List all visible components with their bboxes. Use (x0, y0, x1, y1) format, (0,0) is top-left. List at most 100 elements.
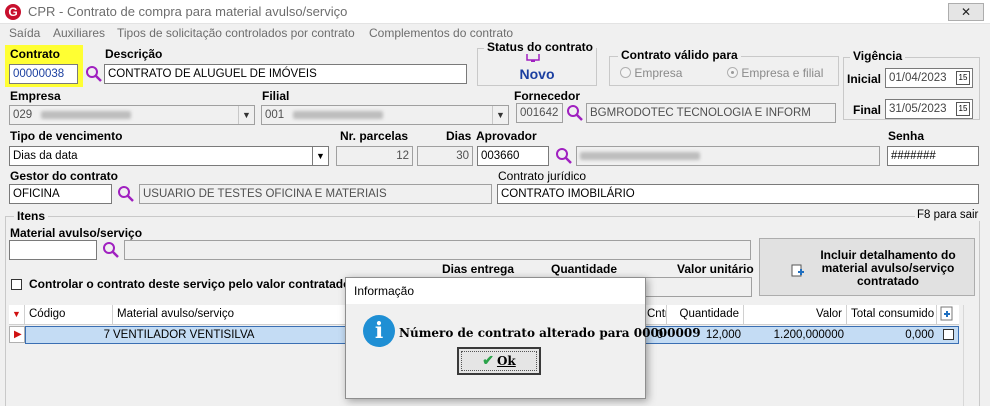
dias-label: Dias (446, 129, 472, 143)
material-code-input[interactable] (9, 240, 97, 260)
info-icon: i (363, 315, 395, 347)
menu-saida[interactable]: Saída (9, 26, 40, 40)
search-aprovador-icon[interactable] (555, 147, 573, 165)
fornecedor-label: Fornecedor (514, 89, 581, 103)
cell-total: 0,000 (905, 329, 934, 341)
fornecedor-name-input: BGMRODOTEC TECNOLOGIA E INFORM (586, 103, 836, 123)
empresa-dropdown-icon[interactable]: ▼ (238, 106, 254, 124)
cell-codigo: 7 (103, 329, 110, 341)
col-cntr[interactable]: Cntr. (645, 305, 667, 325)
ok-button[interactable]: ✔ Ok (457, 347, 541, 375)
controlar-label: Controlar o contrato deste serviço pelo … (29, 277, 351, 291)
aprovador-label: Aprovador (476, 129, 537, 143)
add-row-icon (940, 306, 953, 321)
inicial-date-input[interactable]: 01/04/2023 15 (885, 68, 973, 88)
search-contrato-icon[interactable] (85, 65, 103, 83)
aprovador-name-input (576, 146, 880, 166)
ok-button-label: Ok (496, 354, 516, 368)
radio-filial-label: Empresa e filial (741, 66, 824, 80)
dialog-title: Informação (354, 284, 415, 298)
juridico-label: Contrato jurídico (498, 169, 587, 183)
empresa-label: Empresa (10, 89, 61, 103)
radio-empresa-label: Empresa (634, 66, 683, 80)
menu-tipos-solicitacao[interactable]: Tipos de solicitação controlados por con… (117, 26, 355, 40)
calendar-inicial-icon[interactable]: 15 (956, 71, 970, 85)
nr-parcelas-input[interactable]: 12 (336, 146, 413, 166)
inicial-label: Inicial (847, 72, 882, 86)
tipo-vencimento-combo[interactable]: Dias da data ▼ (9, 146, 329, 166)
radio-filial[interactable]: Empresa e filial (727, 66, 823, 80)
final-label: Final (853, 103, 882, 117)
incluir-detalhamento-button[interactable]: Incluir detalhamento do material avulso/… (759, 238, 975, 296)
menu-complementos[interactable]: Complementos do contrato (369, 26, 513, 40)
valor-unitario-input[interactable] (640, 277, 752, 297)
col-codigo[interactable]: Código (25, 305, 113, 325)
status-group: Status do contrato Novo (477, 40, 597, 86)
current-row-icon: ▶ (14, 329, 22, 340)
senha-label: Senha (888, 129, 925, 143)
status-value: Novo (519, 66, 555, 82)
tipo-vencimento-label: Tipo de vencimento (10, 129, 123, 143)
nr-parcelas-label: Nr. parcelas (340, 129, 409, 143)
controlar-checkbox[interactable] (11, 279, 22, 293)
gestor-code-input[interactable]: OFICINA (9, 184, 112, 204)
search-gestor-icon[interactable] (117, 185, 135, 203)
descricao-input[interactable]: CONTRATO DE ALUGUEL DE IMÓVEIS (104, 64, 467, 84)
empresa-code: 029 (13, 109, 33, 121)
col-quantidade[interactable]: Quantidade (667, 305, 744, 325)
filial-combo[interactable]: 001 ▼ (261, 105, 509, 125)
search-fornecedor-icon[interactable] (566, 104, 584, 122)
tipo-vencimento-dropdown-icon[interactable]: ▼ (312, 147, 328, 165)
title-bar: G CPR - Contrato de compra para material… (0, 0, 990, 24)
row-indicator: ▶ (9, 326, 25, 343)
valor-unitario-label: Valor unitário (677, 262, 754, 276)
filial-code: 001 (265, 109, 285, 121)
radio-empresa-circle[interactable] (620, 67, 631, 78)
gestor-label: Gestor do contrato (10, 169, 119, 183)
itens-title: Itens (14, 209, 49, 223)
row-checkbox-box[interactable] (942, 329, 954, 340)
descricao-label: Descrição (105, 47, 163, 61)
f8-hint: F8 para sair (915, 209, 981, 221)
checkmark-icon: ✔ (482, 353, 494, 369)
valido-title: Contrato válido para (618, 48, 741, 62)
cell-valor: 1.200,000000 (773, 329, 844, 341)
senha-input[interactable]: ####### (887, 146, 979, 166)
filial-name-redacted (293, 110, 384, 119)
contrato-label: Contrato (10, 47, 60, 61)
dialog-message: Número de contrato alterado para 0000000… (399, 326, 701, 340)
incluir-detalhamento-label: Incluir detalhamento do material avulso/… (820, 248, 956, 288)
vertical-scrollbar[interactable] (963, 305, 979, 406)
info-dialog: Informação i Número de contrato alterado… (345, 277, 701, 399)
sort-down-icon[interactable]: ▼ (9, 305, 25, 325)
final-date-input[interactable]: 31/05/2023 15 (885, 99, 973, 119)
col-total-consumido[interactable]: Total consumido (847, 305, 937, 325)
filial-label: Filial (262, 89, 290, 103)
quantidade-label: Quantidade (551, 262, 618, 276)
dias-entrega-label: Dias entrega (442, 262, 515, 276)
juridico-input[interactable]: CONTRATO IMOBILÁRIO (497, 184, 979, 204)
menu-auxiliares[interactable]: Auxiliares (53, 26, 105, 40)
search-material-icon[interactable] (102, 241, 120, 259)
add-row-button[interactable] (937, 305, 959, 325)
close-button[interactable]: ✕ (948, 3, 984, 21)
radio-filial-circle[interactable] (727, 67, 738, 78)
window-title: CPR - Contrato de compra para material a… (28, 4, 348, 19)
dialog-title-bar: Informação (346, 278, 645, 304)
final-date-value: 31/05/2023 (889, 103, 947, 115)
tipo-vencimento-value: Dias da data (13, 150, 78, 162)
radio-empresa[interactable]: Empresa (620, 66, 682, 80)
contrato-input[interactable]: 00000038 (9, 64, 78, 84)
controlar-checkbox-box[interactable] (11, 279, 22, 290)
row-checkbox[interactable] (938, 327, 958, 344)
valido-group: Contrato válido para Empresa Empresa e f… (609, 48, 839, 86)
empresa-combo[interactable]: 029 ▼ (9, 105, 255, 125)
dias-input[interactable]: 30 (417, 146, 473, 166)
empresa-name-redacted (41, 110, 132, 119)
filial-dropdown-icon[interactable]: ▼ (492, 106, 508, 124)
status-title: Status do contrato (484, 40, 596, 54)
calendar-final-icon[interactable]: 15 (956, 102, 970, 116)
col-valor[interactable]: Valor (744, 305, 847, 325)
fornecedor-code-input[interactable]: 001642 (516, 103, 563, 123)
aprovador-code-input[interactable]: 003660 (477, 146, 549, 166)
